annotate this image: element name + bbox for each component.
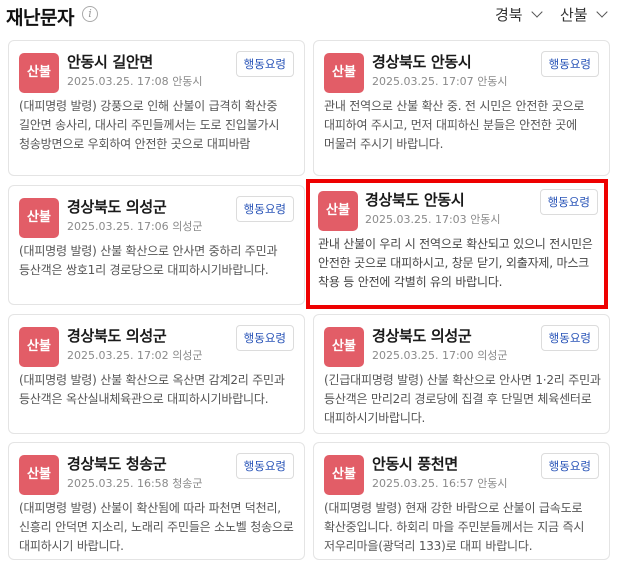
wildfire-badge: 산불 [318, 191, 358, 231]
alert-title: 안동시 길안면 [67, 53, 153, 71]
alert-source: 의성군 [172, 220, 203, 233]
action-guide-button[interactable]: 행동요령 [540, 51, 599, 77]
action-guide-button[interactable]: 행동요령 [235, 51, 294, 77]
alert-source: 안동시 [172, 75, 203, 88]
alert-meta: 2025.03.25. 17:02 의성군 [67, 347, 203, 363]
wildfire-badge: 산불 [19, 455, 59, 495]
alert-date: 2025.03.25. 16:58 [67, 477, 169, 490]
alert-source: 안동시 [477, 477, 508, 490]
action-guide-button[interactable]: 행동요령 [540, 453, 599, 479]
action-guide-button[interactable]: 행동요령 [235, 325, 294, 351]
alert-source: 안동시 [477, 75, 508, 88]
alert-title: 경상북도 의성군 [67, 327, 167, 345]
alert-date: 2025.03.25. 17:00 [372, 349, 474, 362]
region-filter-dropdown[interactable]: 경북 [495, 4, 543, 25]
wildfire-badge: 산불 [19, 53, 59, 93]
alert-date: 2025.03.25. 17:03 [365, 213, 467, 226]
alert-title: 경상북도 안동시 [365, 191, 465, 209]
type-filter-label: 산불 [560, 6, 588, 24]
alert-card[interactable]: 산불 경상북도 의성군 2025.03.25. 17:06 의성군 행동요령 (… [8, 185, 305, 305]
alert-message: (대피명령 발령) 산불 확산으로 옥산면 감계2리 주민과 등산객은 옥산실내… [19, 373, 285, 406]
alert-message: (대피명령 발령) 강풍으로 인해 산불이 급격히 확산중 길안면 송사리, 대… [19, 99, 280, 151]
alert-message: (대피명령 발령) 산불 확산으로 안사면 중하리 주민과 등산객은 쌍호1리 … [19, 244, 278, 277]
alert-date: 2025.03.25. 17:08 [67, 75, 169, 88]
chevron-down-icon [595, 6, 608, 18]
page-title: 재난문자 [6, 7, 74, 29]
alert-card[interactable]: 산불 경상북도 안동시 2025.03.25. 17:07 안동시 행동요령 관… [313, 40, 610, 176]
alert-message: (대피명령 발령) 산불이 확산됨에 따라 파천면 덕천리, 신흥리 안덕면 지… [19, 501, 294, 553]
action-guide-button[interactable]: 행동요령 [540, 325, 599, 351]
alert-source: 안동시 [470, 213, 501, 226]
alert-date: 2025.03.25. 17:07 [372, 75, 474, 88]
alert-meta: 2025.03.25. 16:57 안동시 [372, 475, 508, 491]
alert-source: 의성군 [477, 349, 508, 362]
action-guide-button[interactable]: 행동요령 [235, 453, 294, 479]
chevron-down-icon [530, 6, 543, 18]
action-guide-button[interactable]: 행동요령 [235, 196, 294, 222]
region-filter-label: 경북 [495, 6, 523, 24]
alert-date: 2025.03.25. 17:06 [67, 220, 169, 233]
alert-title: 경상북도 청송군 [67, 455, 167, 473]
alert-title: 경상북도 의성군 [372, 327, 472, 345]
alert-message: (긴급대피명령 발령) 산불 확산으로 안사면 1·2리 주민과 등산객은 만리… [324, 373, 601, 425]
type-filter-dropdown[interactable]: 산불 [560, 4, 608, 25]
alert-card[interactable]: 산불 경상북도 청송군 2025.03.25. 16:58 청송군 행동요령 (… [8, 442, 305, 560]
header: 재난문자 i 경북 산불 [0, 0, 628, 32]
wildfire-badge: 산불 [324, 455, 364, 495]
alert-title: 경상북도 의성군 [67, 198, 167, 216]
alert-meta: 2025.03.25. 17:08 안동시 [67, 73, 203, 89]
wildfire-badge: 산불 [324, 327, 364, 367]
alert-date: 2025.03.25. 17:02 [67, 349, 169, 362]
alert-title: 경상북도 안동시 [372, 53, 472, 71]
alert-meta: 2025.03.25. 17:07 안동시 [372, 73, 508, 89]
alert-message: (대피명령 발령) 현재 강한 바람으로 산불이 급속도로 확산중입니다. 하회… [324, 501, 585, 553]
alert-card[interactable]: 산불 경상북도 의성군 2025.03.25. 17:00 의성군 행동요령 (… [313, 314, 610, 434]
alert-message: 관내 전역으로 산불 확산 중. 전 시민은 안전한 곳으로 대피하여 주시고,… [324, 99, 585, 151]
alert-source: 청송군 [172, 477, 203, 490]
info-icon[interactable]: i [82, 6, 98, 22]
alert-meta: 2025.03.25. 17:03 안동시 [365, 211, 501, 227]
wildfire-badge: 산불 [324, 53, 364, 93]
alert-card[interactable]: 산불 안동시 풍천면 2025.03.25. 16:57 안동시 행동요령 (대… [313, 442, 610, 560]
alert-date: 2025.03.25. 16:57 [372, 477, 474, 490]
wildfire-badge: 산불 [19, 198, 59, 238]
alert-meta: 2025.03.25. 17:00 의성군 [372, 347, 508, 363]
alert-title: 안동시 풍천면 [372, 455, 458, 473]
alert-card[interactable]: 산불 경상북도 의성군 2025.03.25. 17:02 의성군 행동요령 (… [8, 314, 305, 434]
alert-meta: 2025.03.25. 17:06 의성군 [67, 218, 203, 234]
alert-card-highlighted[interactable]: 산불 경상북도 안동시 2025.03.25. 17:03 안동시 행동요령 관… [306, 179, 608, 309]
wildfire-badge: 산불 [19, 327, 59, 367]
alert-meta: 2025.03.25. 16:58 청송군 [67, 475, 203, 491]
alert-message: 관내 산불이 우리 시 전역으로 확산되고 있으니 전시민은 안전한 곳으로 대… [318, 237, 593, 289]
alert-source: 의성군 [172, 349, 203, 362]
action-guide-button[interactable]: 행동요령 [539, 189, 598, 215]
alert-card[interactable]: 산불 안동시 길안면 2025.03.25. 17:08 안동시 행동요령 (대… [8, 40, 305, 176]
